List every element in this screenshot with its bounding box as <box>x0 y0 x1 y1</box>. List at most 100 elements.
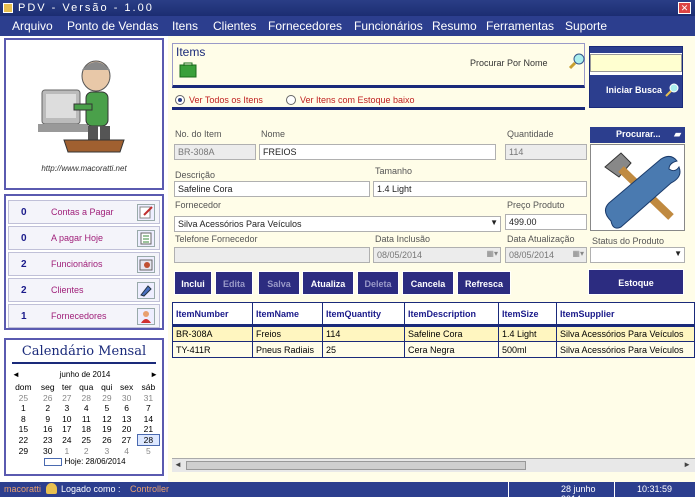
calendar-day[interactable]: 18 <box>75 424 98 435</box>
table-row[interactable]: BR-308A Freios 114 Safeline Cora 1.4 Lig… <box>172 325 695 343</box>
calendar-day[interactable]: 4 <box>75 403 98 414</box>
calendar-day[interactable]: 12 <box>98 414 116 425</box>
radio-low-stock-label[interactable]: Ver Itens com Estoque baixo <box>300 95 415 105</box>
calendar-day[interactable]: 29 <box>10 446 37 457</box>
calendar-day[interactable]: 4 <box>116 446 137 457</box>
calendar-day[interactable]: 9 <box>37 414 59 425</box>
calendar-day[interactable]: 31 <box>137 393 159 404</box>
calendar-day[interactable]: 30 <box>116 393 137 404</box>
calendar-day[interactable]: 20 <box>116 424 137 435</box>
table-cell[interactable]: Silva Acessórios Para Veículos <box>556 325 695 343</box>
table-cell[interactable]: TY-411R <box>172 341 253 358</box>
item-no-field[interactable]: BR-308A <box>174 144 256 160</box>
calendar-day[interactable]: 6 <box>116 403 137 414</box>
calendar-day[interactable]: 3 <box>98 446 116 457</box>
user-icon[interactable] <box>137 308 155 325</box>
calendar-day[interactable]: 19 <box>98 424 116 435</box>
calendar-day[interactable]: 13 <box>116 414 137 425</box>
size-field[interactable]: 1.4 Light <box>373 181 587 197</box>
calendar-day[interactable]: 3 <box>59 403 75 414</box>
menu-ponto-de-vendas[interactable]: Ponto de Vendas <box>67 19 158 33</box>
calendar-day[interactable]: 23 <box>37 435 59 446</box>
save-button[interactable]: Salva <box>258 271 300 295</box>
menu-arquivo[interactable]: Arquivo <box>12 19 53 33</box>
calendar-day[interactable]: 10 <box>59 414 75 425</box>
calendar-day[interactable]: 7 <box>137 403 159 414</box>
stock-button[interactable]: Estoque <box>588 269 684 295</box>
calendar-day[interactable]: 15 <box>10 424 37 435</box>
chevron-down-icon[interactable]: ▼ <box>490 218 498 227</box>
close-button[interactable]: ✕ <box>678 2 691 14</box>
calendar-day[interactable]: 25 <box>10 393 37 404</box>
column-header[interactable]: ItemQuantity <box>322 301 405 328</box>
clients-icon[interactable] <box>137 282 155 299</box>
search-button[interactable]: Iniciar Busca <box>590 75 682 107</box>
date-picker-icon[interactable]: ▦▾ <box>486 249 498 258</box>
calendar-day[interactable]: 17 <box>59 424 75 435</box>
next-month-icon[interactable]: ► <box>150 370 158 379</box>
website-url[interactable]: http://www.macoratti.net <box>6 164 162 173</box>
edit-button[interactable]: Edita <box>215 271 253 295</box>
calendar-today[interactable]: Hoje: 28/06/2014 <box>65 457 126 466</box>
calendar-day[interactable]: 2 <box>75 446 98 457</box>
delete-button[interactable]: Deleta <box>357 271 399 295</box>
calendar-day[interactable]: 8 <box>10 414 37 425</box>
table-row[interactable]: TY-411R Pneus Radiais 25 Cera Negra 500m… <box>172 341 695 358</box>
calendar-day[interactable]: 22 <box>10 435 37 446</box>
table-cell[interactable]: 500ml <box>498 341 557 358</box>
edit-icon[interactable] <box>137 204 155 221</box>
table-cell[interactable]: Safeline Cora <box>404 325 499 343</box>
menu-clientes[interactable]: Clientes <box>213 19 256 33</box>
browse-image-button[interactable]: Procurar... ▰ <box>590 127 685 143</box>
date-picker-icon[interactable]: ▦▾ <box>572 249 584 258</box>
employee-icon[interactable] <box>137 256 155 273</box>
column-header[interactable]: ItemName <box>252 301 323 328</box>
table-cell[interactable]: 114 <box>322 325 405 343</box>
update-date-field[interactable]: 08/05/2014 ▦▾ <box>505 247 587 263</box>
table-cell[interactable]: BR-308A <box>172 325 253 343</box>
calendar-day[interactable]: 14 <box>137 414 159 425</box>
table-cell[interactable]: Silva Acessórios Para Veículos <box>556 341 695 358</box>
description-field[interactable]: Safeline Cora <box>174 181 370 197</box>
menu-ferramentas[interactable]: Ferramentas <box>486 19 554 33</box>
calendar-day[interactable]: 28 <box>75 393 98 404</box>
column-header[interactable]: ItemNumber <box>172 301 253 328</box>
search-input[interactable] <box>590 54 682 72</box>
calendar-day[interactable]: 27 <box>116 435 137 446</box>
menu-itens[interactable]: Itens <box>172 19 198 33</box>
table-cell[interactable]: 1.4 Light <box>498 325 557 343</box>
prev-month-icon[interactable]: ◄ <box>12 370 20 379</box>
calendar-day[interactable]: 11 <box>75 414 98 425</box>
cancel-button[interactable]: Cancela <box>402 271 454 295</box>
supplier-select[interactable]: Silva Acessórios Para Veículos ▼ <box>174 216 501 232</box>
table-cell[interactable]: 25 <box>322 341 405 358</box>
nav-clientes[interactable]: 2 Clientes <box>8 278 160 302</box>
table-cell[interactable]: Pneus Radiais <box>252 341 323 358</box>
calendar-day[interactable]: 1 <box>10 403 37 414</box>
nav-a-pagar-hoje[interactable]: 0 A pagar Hoje <box>8 226 160 250</box>
menu-fornecedores[interactable]: Fornecedores <box>268 19 342 33</box>
menu-suporte[interactable]: Suporte <box>565 19 607 33</box>
menu-resumo[interactable]: Resumo <box>432 19 477 33</box>
nav-contas-a-pagar[interactable]: 0 Contas a Pagar <box>8 200 160 224</box>
table-cell[interactable]: Cera Negra <box>404 341 499 358</box>
calendar-day-selected[interactable]: 28 <box>136 434 161 446</box>
update-button[interactable]: Atualiza <box>302 271 354 295</box>
price-field[interactable]: 499.00 <box>505 214 587 230</box>
calendar-day[interactable]: 2 <box>37 403 59 414</box>
nav-fornecedores[interactable]: 1 Fornecedores <box>8 304 160 328</box>
refresh-button[interactable]: Refresca <box>457 271 511 295</box>
chevron-down-icon[interactable]: ▼ <box>674 249 682 258</box>
calendar-day[interactable]: 30 <box>37 446 59 457</box>
calendar-day[interactable]: 5 <box>137 446 159 456</box>
search-icon[interactable] <box>568 52 586 70</box>
radio-low-stock-icon[interactable] <box>286 95 296 105</box>
column-header[interactable]: ItemSupplier <box>556 301 695 328</box>
status-select[interactable]: ▼ <box>590 247 685 263</box>
name-field[interactable]: FREIOS <box>259 144 496 160</box>
inclusion-date-field[interactable]: 08/05/2014 ▦▾ <box>373 247 501 263</box>
table-cell[interactable]: Freios <box>252 325 323 343</box>
column-header[interactable]: ItemSize <box>498 301 557 328</box>
quantity-field[interactable]: 114 <box>505 144 587 160</box>
list-icon[interactable] <box>137 230 155 247</box>
